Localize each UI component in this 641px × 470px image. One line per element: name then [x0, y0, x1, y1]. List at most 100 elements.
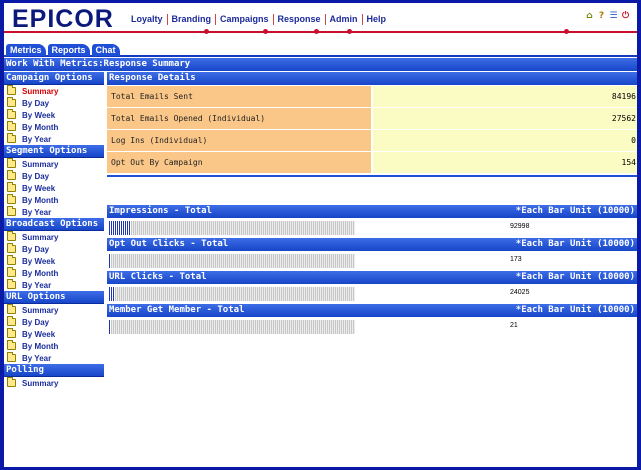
sidebar-item-label: By Year [22, 280, 52, 290]
page-title: Work With Metrics:Response Summary [4, 58, 637, 71]
folder-icon [7, 133, 16, 143]
progress-bar-fill [109, 221, 131, 235]
metric-header: Impressions - Total *Each Bar Unit (10000… [107, 205, 637, 218]
metric-block: URL Clicks - Total *Each Bar Unit (10000)… [107, 271, 637, 304]
folder-icon [7, 328, 16, 338]
sidebar-item[interactable]: Summary [4, 377, 104, 389]
sidebar-item[interactable]: By Day [4, 97, 104, 109]
folder-icon [7, 340, 16, 350]
folder-icon [7, 231, 16, 241]
folder-icon [7, 279, 16, 289]
sidebar-item-label: Summary [22, 232, 59, 242]
metric-header: Member Get Member - Total *Each Bar Unit … [107, 304, 637, 317]
progress-bar-track [109, 287, 355, 301]
sidebar-item-label: By Week [22, 110, 56, 120]
row-label: Total Emails Sent [107, 86, 371, 107]
folder-icon [7, 267, 16, 277]
nav-node-marker [564, 29, 569, 34]
sidebar-item[interactable]: By Month [4, 194, 104, 206]
tab-reports[interactable]: Reports [47, 44, 90, 56]
metric-header: URL Clicks - Total *Each Bar Unit (10000) [107, 271, 637, 284]
nav-help[interactable]: Help [361, 14, 391, 25]
home-icon[interactable]: ⌂ [584, 10, 595, 22]
sidebar: Campaign Options Summary By Day By Week By M… [4, 72, 104, 467]
sidebar-item[interactable]: By Month [4, 121, 104, 133]
tab-metrics[interactable]: Metrics [6, 44, 46, 56]
power-icon[interactable]: ⏻ [620, 10, 631, 22]
folder-icon [7, 109, 16, 119]
sidebar-section-header: Segment Options [4, 145, 104, 158]
row-value: 154 [373, 152, 637, 173]
row-value: 27562 [373, 108, 637, 129]
sidebar-item-label: By Week [22, 256, 56, 266]
nav-branding[interactable]: Branding [166, 14, 216, 25]
sidebar-item-label: By Day [22, 244, 50, 254]
sidebar-item[interactable]: By Day [4, 316, 104, 328]
header: EPICOR Loyalty Branding Campaigns Respon… [4, 3, 637, 36]
folder-icon [7, 255, 16, 265]
sidebar-item-label: By Month [22, 268, 59, 278]
response-details-header: Response Details [107, 72, 637, 85]
nav-node-marker [314, 29, 319, 34]
progress-bar-fill [109, 320, 111, 334]
row-label: Log Ins (Individual) [107, 130, 371, 151]
sidebar-item-label: By Month [22, 122, 59, 132]
sidebar-item[interactable]: By Year [4, 133, 104, 145]
sidebar-item[interactable]: Summary [4, 158, 104, 170]
sidebar-item-label: By Year [22, 207, 52, 217]
sidebar-item[interactable]: By Year [4, 206, 104, 218]
table-row: Opt Out By Campaign 154 [107, 152, 637, 173]
metric-unit-note: *Each Bar Unit (10000) [515, 272, 635, 282]
header-icons: ⌂ ? ☰ ⏻ [584, 10, 631, 22]
sidebar-item-label: By Day [22, 171, 50, 181]
sidebar-item-label: By Day [22, 98, 50, 108]
sidebar-item[interactable]: By Day [4, 243, 104, 255]
folder-icon [7, 194, 16, 204]
nav-loyalty[interactable]: Loyalty [127, 14, 167, 25]
sidebar-item[interactable]: By Week [4, 328, 104, 340]
nav-node-marker [263, 29, 268, 34]
tab-chat[interactable]: Chat [91, 44, 120, 56]
nav-response[interactable]: Response [272, 14, 325, 25]
metric-block: Opt Out Clicks - Total *Each Bar Unit (10… [107, 238, 637, 271]
sidebar-item-label: By Day [22, 317, 50, 327]
metric-row: 24025 [107, 284, 637, 304]
sidebar-item-label: By Year [22, 353, 52, 363]
metric-unit-note: *Each Bar Unit (10000) [515, 305, 635, 315]
sidebar-item[interactable]: Summary [4, 85, 104, 97]
nav-admin[interactable]: Admin [324, 14, 362, 25]
sidebar-item[interactable]: By Week [4, 109, 104, 121]
sidebar-item[interactable]: By Day [4, 170, 104, 182]
sidebar-item-label: By Month [22, 195, 59, 205]
sidebar-item[interactable]: By Month [4, 340, 104, 352]
window-icon[interactable]: ☰ [608, 10, 619, 22]
metric-title: Impressions - Total [109, 206, 212, 216]
help-icon[interactable]: ? [596, 10, 607, 22]
sidebar-item[interactable]: Summary [4, 231, 104, 243]
response-details-table: Total Emails Sent 84196 Total Emails Opene… [107, 86, 637, 173]
metric-row: 92998 [107, 218, 637, 238]
sidebar-item[interactable]: By Week [4, 182, 104, 194]
metric-title: URL Clicks - Total [109, 272, 207, 282]
sidebar-item-label: By Year [22, 134, 52, 144]
nav-campaigns[interactable]: Campaigns [215, 14, 273, 25]
sidebar-item[interactable]: Summary [4, 304, 104, 316]
folder-icon [7, 243, 16, 253]
sidebar-item-label: Summary [22, 305, 59, 315]
sidebar-item[interactable]: By Year [4, 279, 104, 291]
sidebar-item[interactable]: By Week [4, 255, 104, 267]
sidebar-item[interactable]: By Month [4, 267, 104, 279]
metric-unit-note: *Each Bar Unit (10000) [515, 206, 635, 216]
metric-value: 173 [510, 256, 522, 263]
progress-bar-track [109, 254, 355, 268]
table-row: Total Emails Sent 84196 [107, 86, 637, 107]
folder-icon [7, 316, 16, 326]
top-nav: Loyalty Branding Campaigns Response Admi… [127, 14, 390, 25]
sidebar-item-label: By Week [22, 183, 56, 193]
tab-bar: Metrics Reports Chat [4, 41, 637, 57]
row-label: Total Emails Opened (Individual) [107, 108, 371, 129]
metric-value: 21 [510, 322, 518, 329]
row-value: 84196 [373, 86, 637, 107]
sidebar-item[interactable]: By Year [4, 352, 104, 364]
